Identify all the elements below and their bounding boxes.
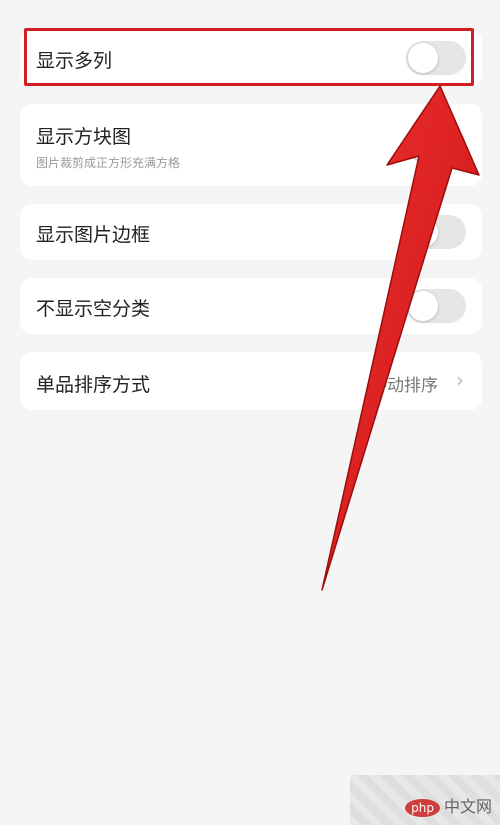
setting-label: 单品排序方式 — [36, 374, 151, 396]
setting-item-show-multi-column[interactable]: 显示多列 — [20, 30, 482, 86]
watermark-text: php 中文网 — [405, 793, 492, 817]
toggle-knob — [408, 291, 438, 321]
setting-item-show-square-image[interactable]: 显示方块图 图片裁剪成正方形充满方格 — [20, 104, 482, 186]
sort-method-value: 手动排序 — [370, 376, 438, 396]
toggle-switch[interactable] — [406, 289, 466, 323]
chevron-right-icon: › — [456, 368, 464, 392]
setting-item-show-image-border[interactable]: 显示图片边框 — [20, 204, 482, 260]
setting-item-hide-empty-category[interactable]: 不显示空分类 — [20, 278, 482, 334]
setting-label: 显示多列 — [36, 50, 113, 72]
setting-label: 不显示空分类 — [36, 298, 151, 320]
toggle-knob — [408, 130, 438, 160]
watermark: php 中文网 — [350, 775, 500, 825]
toggle-switch[interactable] — [406, 41, 466, 75]
watermark-label: 中文网 — [443, 797, 492, 816]
setting-item-sort-method[interactable]: 单品排序方式 手动排序 › — [20, 352, 482, 410]
toggle-switch[interactable] — [406, 215, 466, 249]
toggle-switch[interactable] — [406, 128, 466, 162]
setting-sublabel: 图片裁剪成正方形充满方格 — [36, 156, 181, 170]
watermark-logo: php — [405, 798, 440, 817]
toggle-knob — [408, 43, 438, 73]
setting-label: 显示图片边框 — [36, 224, 151, 246]
toggle-knob — [408, 217, 438, 247]
setting-label: 显示方块图 — [36, 126, 132, 148]
